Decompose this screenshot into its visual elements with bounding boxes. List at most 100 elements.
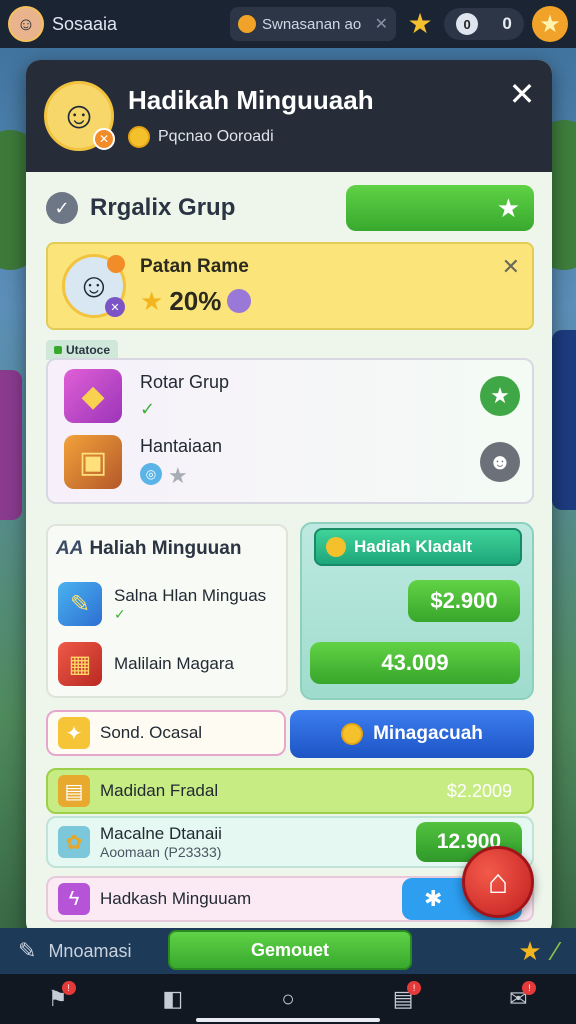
player-avatar[interactable]: ☺ <box>8 6 44 42</box>
reward-tab-label: Hadiah Kladalt <box>354 537 473 556</box>
bottom-label: Mnoamasi <box>48 940 132 961</box>
check-icon: ✓ <box>46 192 78 224</box>
lime-row[interactable]: ▤ Madidan Fradal $2.2009 <box>46 768 534 814</box>
notification-dot-icon: ! <box>407 981 422 995</box>
confirm-button[interactable]: Gemouet <box>168 930 412 970</box>
special-row[interactable]: ✦ Sond. Ocasal <box>46 710 286 756</box>
star-outline-icon: ★ <box>168 462 188 488</box>
row-label: Sond. Ocasal <box>100 723 203 742</box>
weekly-action-label: Minagacuah <box>373 723 483 744</box>
group-card: ◆ Rotar Grup ✓ ★ ▣ Hantaiaan ◎ ★ ☻ <box>46 358 534 504</box>
gift-box-icon: ▦ <box>58 642 102 686</box>
mint-row[interactable]: ✿ Macalne Dtanaii Aoomaan (P23333) 12.90… <box>46 816 534 868</box>
group-section-label-text: Utatoce <box>66 343 111 357</box>
section-title-row: ✓ Rrgalix Grup ★ <box>46 184 534 232</box>
profile-card[interactable]: ☺ ✕ Patan Rame ★ 20% ✕ <box>46 242 534 330</box>
swirl-icon: ◎ <box>140 462 162 485</box>
row-sub: Aoomaan (P23333) <box>100 844 222 860</box>
item-label: Hantaiaan <box>140 435 223 456</box>
row-amount: $2.2009 <box>446 780 512 801</box>
row-label: Madidan Fradal <box>100 781 219 800</box>
gem-box-icon: ◆ <box>64 369 122 423</box>
price-button[interactable]: $2.900 <box>408 580 520 622</box>
star-action-button[interactable]: ★ <box>480 376 520 416</box>
rank-badge-icon: ✕ <box>105 297 125 317</box>
check-icon: ✓ <box>140 399 156 419</box>
profile-stat: ★ 20% <box>140 285 252 317</box>
modal-subtitle: Pqcnao Ooroadi <box>128 125 374 148</box>
star-icon: ★ <box>140 285 164 316</box>
favorite-button[interactable]: ★ <box>346 185 534 231</box>
list-item[interactable]: ✎ Salna Hlan Minguas ✓ <box>58 582 266 626</box>
currency-counter[interactable]: 0 0 <box>444 8 524 40</box>
coin-icon <box>326 537 346 557</box>
crate-icon: ▤ <box>58 775 90 807</box>
background-pillar-left <box>0 370 22 520</box>
item-label: Malilain Magara <box>114 654 234 673</box>
group-section-label: Utatoce <box>46 340 119 360</box>
search-text: Swnasanan ao <box>262 15 362 33</box>
pink-row[interactable]: ϟ Hadkash Minguuam ✱ <box>46 876 534 922</box>
profile-percent: 20% <box>169 285 222 316</box>
list-item[interactable]: ◆ Rotar Grup ✓ ★ <box>64 364 520 428</box>
notification-dot-icon: ! <box>61 981 76 995</box>
ghost-action-button[interactable]: ☻ <box>480 442 520 482</box>
notification-dot-icon <box>107 255 125 273</box>
profile-name: Patan Rame <box>140 255 249 277</box>
home-indicator <box>196 1018 380 1022</box>
list-item[interactable]: ▦ Malilain Magara <box>58 642 234 686</box>
modal-subtitle-text: Pqcnao Ooroadi <box>158 127 274 145</box>
check-icon: ✓ <box>114 605 126 622</box>
star-icon[interactable]: ★ <box>404 8 436 40</box>
weekly-prefix: AA <box>56 538 84 559</box>
home-fab-button[interactable]: ⌂ <box>462 846 534 918</box>
shield-icon <box>227 289 252 313</box>
ticket-icon: ✎ <box>58 582 102 626</box>
top-status-bar: ☺ Sosaaia Swnasanan ao ✕ ★ 0 0 ★ <box>0 0 576 48</box>
quest-icon[interactable]: ⚑! <box>38 979 78 1019</box>
profile-avatar: ☺ ✕ <box>62 254 126 318</box>
weekly-rewards-modal: ☺ ✕ Hadikah Minguuaah Pqcnao Ooroadi ✕ ✓… <box>26 60 552 936</box>
coin-icon <box>341 723 364 745</box>
home-icon[interactable]: ○ <box>268 979 308 1019</box>
background-pillar-right <box>552 330 576 510</box>
leaf-icon[interactable]: ⁄ <box>554 936 558 967</box>
counter-left: 0 <box>456 13 479 35</box>
weekly-title-text: Haliah Minguuan <box>89 538 242 559</box>
app-title: Sosaaia <box>52 13 118 34</box>
lightning-icon: ϟ <box>58 883 90 915</box>
inbox-icon[interactable]: ▤! <box>383 979 423 1019</box>
row-label: Macalne Dtanaii <box>100 824 222 843</box>
item-label: Salna Hlan Minguas <box>114 585 267 605</box>
section-title: Rrgalix Grup <box>90 194 236 221</box>
star-badge-icon[interactable]: ★ <box>532 6 568 42</box>
back-icon[interactable]: ◧ <box>153 979 193 1019</box>
coin-icon <box>128 125 150 148</box>
reward-tab[interactable]: Hadiah Kladalt <box>314 528 522 566</box>
treasure-chest-icon: ▣ <box>64 435 122 489</box>
reward-panel: Hadiah Kladalt $2.900 43.009 <box>300 522 534 700</box>
pencil-icon[interactable]: ✎ <box>18 938 36 964</box>
weekly-action-button[interactable]: Minagacuah <box>290 710 534 758</box>
label-dot-icon <box>54 346 62 354</box>
price-button[interactable]: 43.009 <box>310 642 520 684</box>
item-label: Rotar Grup <box>140 372 230 392</box>
navigation-bar: ⚑! ◧ ○ ▤! ✉! <box>0 974 576 1024</box>
sparkle-icon: ✦ <box>58 717 90 749</box>
notification-dot-icon: ! <box>522 981 537 995</box>
badge-icon: ✕ <box>93 128 115 150</box>
bow-icon: ✿ <box>58 826 90 858</box>
counter-right: 0 <box>502 14 512 33</box>
modal-title: Hadikah Minguuaah <box>128 84 374 115</box>
clear-search-icon[interactable]: ✕ <box>375 14 388 34</box>
search-field[interactable]: Swnasanan ao ✕ <box>230 7 396 41</box>
list-item[interactable]: ▣ Hantaiaan ◎ ★ ☻ <box>64 430 520 494</box>
star-icon[interactable]: ★ <box>518 936 541 967</box>
dismiss-icon[interactable]: ✕ <box>502 254 520 280</box>
coin-icon <box>238 15 256 33</box>
close-button[interactable]: ✕ <box>506 78 538 110</box>
chat-icon[interactable]: ✉! <box>498 979 538 1019</box>
host-avatar: ☺ ✕ <box>44 81 115 151</box>
weekly-title: AA Haliah Minguuan <box>56 538 241 560</box>
weekly-card: AA Haliah Minguuan ✎ Salna Hlan Minguas … <box>46 524 288 698</box>
